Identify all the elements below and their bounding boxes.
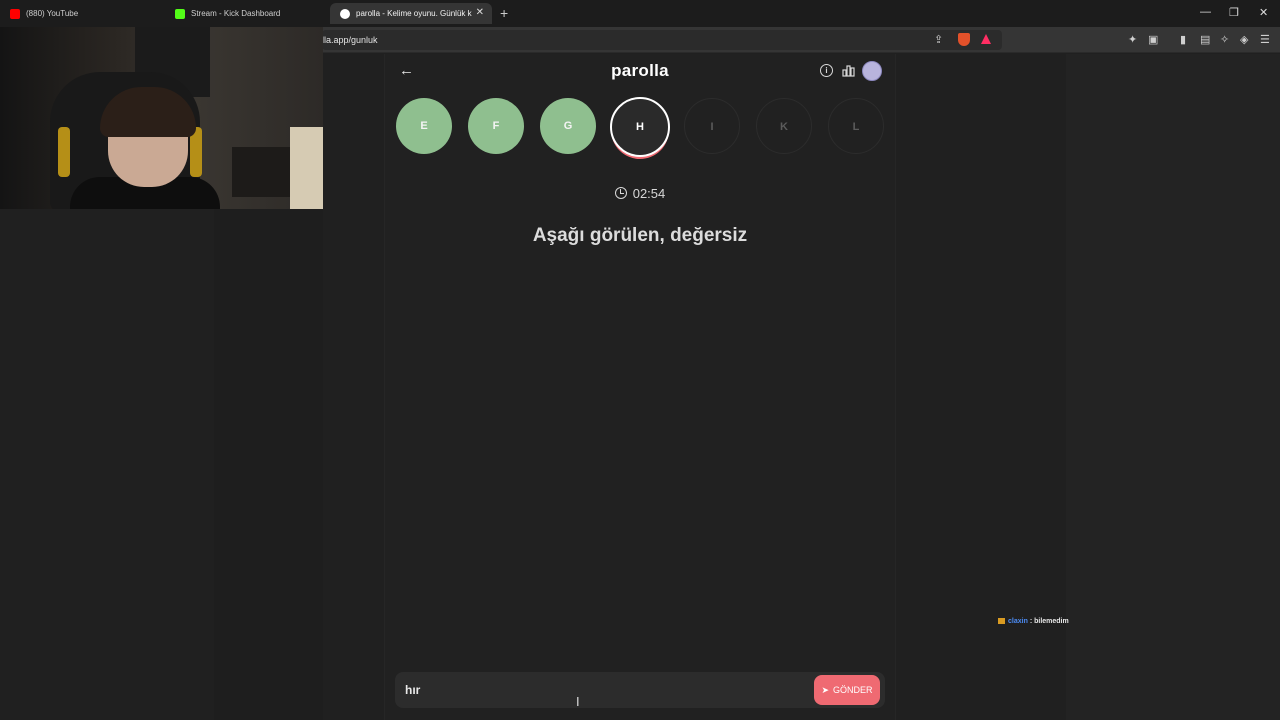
parolla-app: ← parolla i E F G H I K L 02:54 Aşağı gö…	[384, 54, 896, 720]
kick-icon	[175, 8, 185, 19]
badge-icon	[998, 618, 1005, 625]
wallet-icon[interactable]: ▤	[1200, 33, 1210, 46]
brave-shield-icon[interactable]	[958, 33, 970, 46]
translate-icon[interactable]: ▣	[1148, 33, 1158, 46]
letter-circle-i: I	[684, 98, 740, 154]
timer: 02:54	[385, 186, 895, 201]
avatar[interactable]	[862, 61, 882, 81]
url-field[interactable]	[322, 30, 1002, 50]
chat-separator: :	[1029, 618, 1033, 625]
tab-title: Stream - Kick Dashboard	[191, 9, 281, 18]
url-text[interactable]: lla.app/gunluk	[322, 35, 378, 45]
vpn-icon[interactable]: ◈	[1240, 33, 1248, 46]
tab-youtube[interactable]: (880) YouTube	[0, 3, 165, 24]
share-icon[interactable]: ⇪	[934, 33, 943, 46]
stats-icon[interactable]	[842, 64, 855, 77]
left-background	[214, 209, 323, 720]
text-cursor-icon: I	[576, 694, 580, 709]
window-close-icon[interactable]: ✕	[1259, 6, 1268, 19]
app-header: ← parolla i	[385, 54, 895, 88]
send-icon: ➤	[821, 685, 830, 695]
sidebar-icon[interactable]: ▮	[1180, 33, 1186, 46]
letter-progress: E F G H I K L	[396, 97, 886, 158]
youtube-icon	[10, 8, 20, 19]
chat-message: claxin : bilemedim	[998, 618, 1069, 625]
menu-icon[interactable]: ☰	[1260, 33, 1270, 46]
webcam-overlay	[0, 27, 323, 209]
letter-circle-g: G	[540, 98, 596, 154]
chat-text: bilemedim	[1034, 618, 1069, 625]
letter-circle-f: F	[468, 98, 524, 154]
new-tab-icon[interactable]: +	[500, 5, 508, 21]
minimize-icon[interactable]: —	[1200, 6, 1211, 18]
timer-value: 02:54	[632, 186, 666, 201]
extensions-icon[interactable]: ✦	[1128, 33, 1137, 46]
webcam-chair-accent	[58, 127, 70, 177]
send-label: GÖNDER	[833, 685, 873, 695]
info-icon[interactable]: i	[820, 64, 833, 77]
letter-circle-k: K	[756, 98, 812, 154]
restore-icon[interactable]: ❐	[1229, 6, 1239, 19]
tab-title: parolla - Kelime oyunu. Günlük k	[356, 9, 472, 18]
send-button[interactable]: ➤ GÖNDER	[814, 675, 880, 705]
close-icon[interactable]: ✕	[476, 7, 484, 18]
parolla-favicon-icon	[340, 8, 350, 19]
webcam-shelf	[232, 147, 292, 197]
tab-kick[interactable]: Stream - Kick Dashboard	[165, 3, 330, 24]
clock-icon	[614, 187, 627, 199]
chat-username: claxin	[1008, 618, 1028, 625]
letter-circle-e: E	[396, 98, 452, 154]
letter-circle-l: L	[828, 98, 884, 154]
answer-bar: ➤GÖNDER	[395, 672, 885, 708]
tab-title: (880) YouTube	[26, 9, 79, 18]
letter-circle-h: H	[610, 97, 670, 157]
webcam-wall	[290, 127, 323, 209]
question-text: Aşağı görülen, değersiz	[532, 225, 748, 246]
leo-icon[interactable]: ✧	[1220, 33, 1229, 46]
tab-parolla[interactable]: parolla - Kelime oyunu. Günlük k ✕	[330, 3, 492, 24]
browser-tab-bar: (880) YouTube Stream - Kick Dashboard pa…	[0, 0, 1280, 27]
brave-rewards-icon[interactable]	[981, 34, 991, 44]
right-background	[1066, 54, 1280, 720]
app-title: parolla	[611, 61, 669, 80]
answer-input[interactable]	[405, 682, 795, 698]
